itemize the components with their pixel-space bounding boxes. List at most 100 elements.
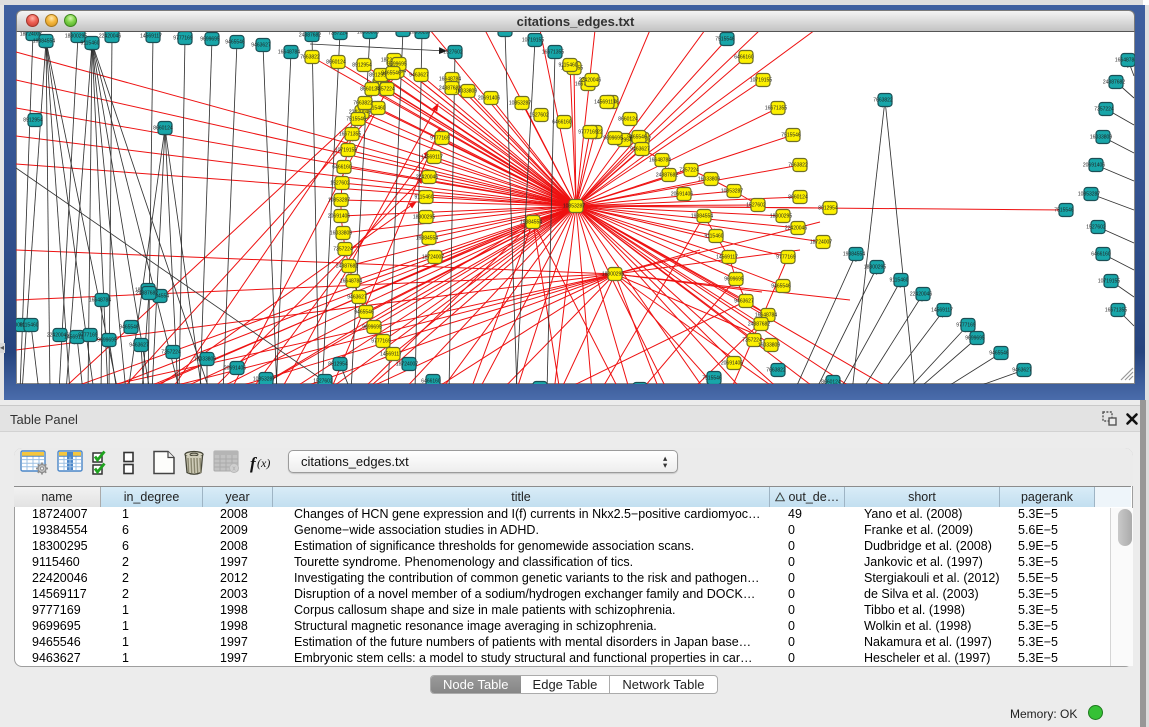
svg-text:7515546: 7515546 (346, 117, 366, 123)
svg-text:14569117: 14569117 (931, 308, 953, 314)
svg-text:8660124: 8660124 (618, 117, 638, 123)
svg-text:9463627: 9463627 (630, 147, 650, 153)
svg-text:19384554: 19384554 (416, 236, 438, 242)
svg-text:10853287: 10853287 (721, 189, 743, 195)
svg-text:6466160: 6466160 (493, 32, 513, 34)
svg-text:18724007: 18724007 (422, 255, 444, 261)
svg-text:7357224: 7357224 (375, 87, 395, 93)
svg-text:8912954: 8912954 (328, 362, 348, 368)
svg-text:9777169: 9777169 (173, 36, 193, 42)
svg-text:9465546: 9465546 (627, 135, 647, 141)
svg-text:9465546: 9465546 (225, 40, 245, 46)
svg-text:9463627: 9463627 (1012, 368, 1032, 374)
svg-text:7357224: 7357224 (679, 168, 699, 174)
svg-text:20691406: 20691406 (328, 214, 350, 220)
svg-text:7357224: 7357224 (328, 32, 348, 37)
svg-text:14569117: 14569117 (716, 255, 738, 261)
svg-text:18724007: 18724007 (396, 362, 418, 368)
svg-text:8912954: 8912954 (23, 118, 43, 124)
svg-text:18300295: 18300295 (413, 215, 435, 221)
svg-text:7663822: 7663822 (353, 101, 373, 107)
svg-text:1527602: 1527602 (330, 181, 350, 187)
svg-text:7663822: 7663822 (766, 368, 786, 374)
svg-text:9115460: 9115460 (414, 195, 433, 201)
svg-text:20691406: 20691406 (671, 192, 693, 198)
svg-text:9699695: 9699695 (362, 325, 382, 331)
svg-text:9463627: 9463627 (409, 73, 429, 79)
svg-text:9777169: 9777169 (78, 333, 98, 339)
svg-text:6466160: 6466160 (1091, 252, 1111, 258)
svg-text:24387682: 24387682 (336, 264, 358, 270)
svg-text:9115460: 9115460 (889, 278, 908, 284)
svg-text:24387682: 24387682 (1103, 80, 1125, 86)
svg-text:9465546: 9465546 (381, 71, 401, 77)
svg-text:9463627: 9463627 (734, 299, 754, 305)
svg-text:9465546: 9465546 (354, 310, 374, 316)
svg-text:6466160: 6466160 (332, 165, 352, 171)
svg-text:7663822: 7663822 (873, 98, 893, 104)
svg-text:18300295: 18300295 (602, 272, 624, 278)
svg-text:7515546: 7515546 (702, 376, 722, 382)
svg-text:1527602: 1527602 (313, 379, 333, 385)
svg-text:16671355: 16671355 (765, 106, 787, 112)
svg-text:22420046: 22420046 (99, 34, 121, 40)
svg-text:9699695: 9699695 (965, 336, 985, 342)
svg-text:24387682: 24387682 (299, 33, 321, 39)
svg-text:10853287: 10853287 (563, 204, 585, 210)
svg-text:18300295: 18300295 (65, 34, 87, 40)
svg-text:8660124: 8660124 (326, 60, 346, 66)
svg-text:9463627: 9463627 (251, 43, 271, 49)
svg-text:16033809: 16033809 (455, 89, 477, 95)
svg-text:24387682: 24387682 (136, 291, 158, 297)
svg-text:1527602: 1527602 (746, 203, 766, 209)
svg-text:10853287: 10853287 (509, 101, 531, 107)
svg-text:20691406: 20691406 (224, 366, 246, 372)
svg-text:14569117: 14569117 (421, 155, 443, 161)
svg-text:9465546: 9465546 (119, 325, 139, 331)
svg-text:9115460: 9115460 (558, 63, 577, 69)
svg-text:9699695: 9699695 (97, 338, 117, 344)
svg-text:16033809: 16033809 (1090, 135, 1112, 141)
svg-text:8660124: 8660124 (821, 380, 841, 385)
svg-text:20691406: 20691406 (721, 361, 743, 367)
svg-text:10853287: 10853287 (409, 32, 431, 36)
svg-text:10853287: 10853287 (253, 377, 275, 383)
svg-text:9465546: 9465546 (989, 351, 1009, 357)
svg-text:19384554: 19384554 (520, 220, 542, 226)
svg-text:16648784: 16648784 (649, 158, 671, 164)
svg-text:1527602: 1527602 (1086, 225, 1106, 231)
svg-text:9699695: 9699695 (200, 37, 220, 43)
svg-text:16033809: 16033809 (357, 32, 379, 36)
svg-text:14569117: 14569117 (380, 352, 402, 358)
svg-text:10853287: 10853287 (328, 198, 350, 204)
svg-text:1527602: 1527602 (529, 113, 549, 119)
svg-text:9777169: 9777169 (956, 323, 976, 329)
svg-text:7663822: 7663822 (788, 163, 808, 169)
svg-text:7663822: 7663822 (300, 55, 320, 61)
svg-text:16671355: 16671355 (542, 50, 564, 56)
svg-text:18300295: 18300295 (864, 265, 886, 271)
svg-text:16671355: 16671355 (1105, 308, 1127, 314)
svg-text:10719155: 10719155 (1098, 279, 1120, 285)
svg-text:14569117: 14569117 (594, 100, 616, 106)
svg-text:7357224: 7357224 (1094, 107, 1114, 113)
svg-text:8912954: 8912954 (818, 206, 838, 212)
svg-text:10719155: 10719155 (522, 38, 544, 44)
svg-text:9463627: 9463627 (347, 295, 367, 301)
svg-text:16033809: 16033809 (194, 357, 216, 363)
svg-text:9115460: 9115460 (704, 234, 723, 240)
svg-text:16648784: 16648784 (89, 298, 111, 304)
svg-text:16033809: 16033809 (698, 177, 720, 183)
svg-text:9699695: 9699695 (724, 277, 744, 283)
svg-text:8660124: 8660124 (153, 126, 173, 132)
svg-text:24387682: 24387682 (656, 173, 678, 179)
svg-text:9463627: 9463627 (129, 343, 149, 349)
svg-text:7357224: 7357224 (161, 350, 181, 356)
svg-text:1527602: 1527602 (443, 50, 463, 56)
svg-text:(x): (x) (257, 456, 270, 470)
svg-text:9699695: 9699695 (603, 136, 623, 142)
svg-text:19384554: 19384554 (33, 39, 55, 45)
svg-text:16648784: 16648784 (278, 50, 300, 56)
svg-text:9115460: 9115460 (19, 323, 38, 329)
svg-text:6466160: 6466160 (734, 55, 754, 61)
